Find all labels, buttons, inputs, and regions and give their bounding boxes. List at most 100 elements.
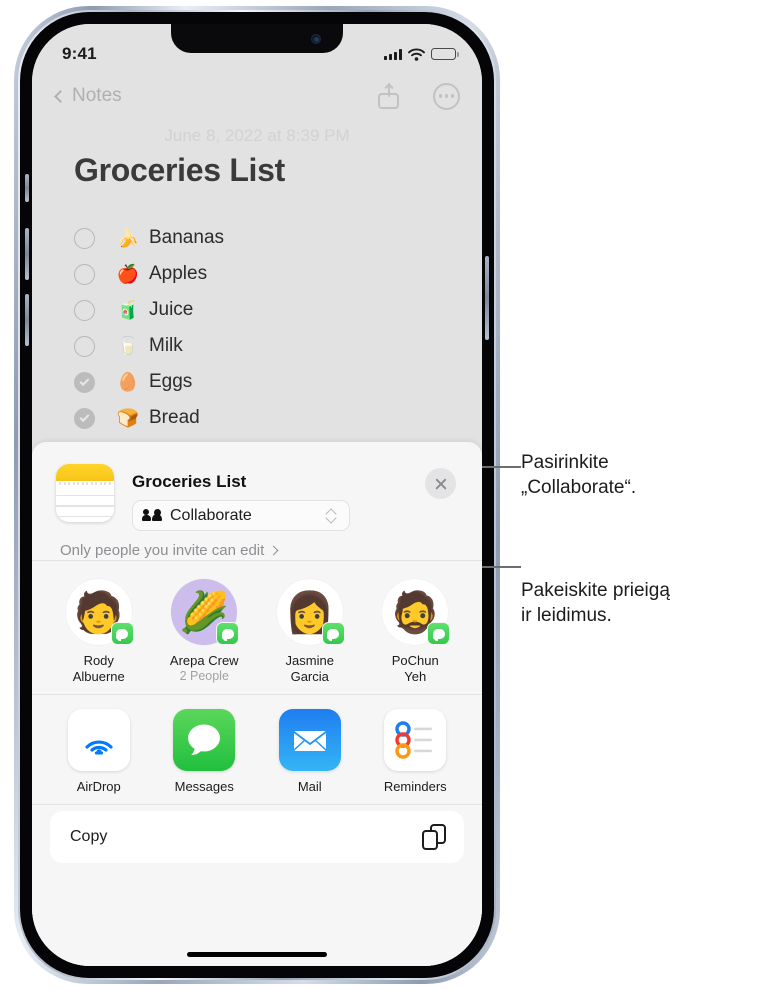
app-label: AirDrop [76, 778, 121, 794]
ellipsis-dot [438, 94, 442, 98]
ellipsis-dot [451, 94, 455, 98]
reminders-icon [384, 708, 447, 771]
list-item[interactable]: 🥚 Eggs [74, 364, 452, 400]
share-app-mail[interactable]: Mail [257, 708, 363, 794]
avatar-wrapper: 🧑 [65, 579, 134, 645]
item-emoji: 🥛 [116, 335, 140, 357]
copy-action-row[interactable]: Copy [50, 810, 464, 863]
status-bar-indicators [384, 48, 459, 61]
permissions-button[interactable]: Only people you invite can edit [60, 542, 279, 559]
share-sheet-title: Groceries List [132, 472, 247, 491]
app-label: Messages [174, 778, 234, 794]
duplicate-documents-icon [422, 823, 446, 850]
notes-icon-top-band [56, 464, 114, 481]
ellipsis-circle-icon[interactable] [433, 82, 460, 110]
callout-2-line-2: ir leidimus. [521, 605, 612, 627]
note-timestamp: June 8, 2022 at 8:39 PM [164, 126, 350, 145]
share-icon[interactable] [378, 83, 399, 109]
actions-list: Copy [32, 805, 482, 863]
share-app-messages[interactable]: Messages [152, 708, 258, 794]
notes-icon-line [56, 495, 114, 497]
up-down-chevron-icon [326, 508, 337, 524]
contact-name: Jasmine [285, 653, 334, 668]
check-icon [79, 411, 90, 422]
list-item[interactable]: 🍎 Apples [74, 256, 452, 292]
callout-2-line-1: Pakeiskite prieigą [521, 580, 670, 601]
contact-name-second-line: Yeh [404, 669, 427, 685]
close-icon [434, 477, 448, 491]
checkbox-icon[interactable] [74, 263, 95, 285]
share-apps-row: AirDrop Messages Mail Reminders [32, 695, 482, 804]
collaborate-dropdown[interactable]: Collaborate [132, 500, 350, 531]
permissions-label: Only people you invite can edit [60, 542, 265, 559]
item-label: Bananas [149, 227, 225, 248]
two-people-icon [142, 509, 162, 522]
home-indicator[interactable] [187, 952, 327, 957]
share-icon-arrow [387, 83, 390, 97]
power-button[interactable] [485, 256, 489, 340]
item-label: Apples [149, 263, 208, 284]
item-emoji: 🍌 [116, 227, 140, 249]
notes-icon-line [56, 515, 114, 517]
contact-name: Arepa Crew [169, 653, 239, 668]
messages-badge-icon [427, 622, 451, 645]
share-app-reminders[interactable]: Reminders [363, 708, 469, 794]
share-app-airdrop[interactable]: AirDrop [46, 708, 152, 794]
item-emoji: 🍞 [116, 407, 140, 429]
silent-switch[interactable] [25, 174, 29, 202]
item-label: Juice [149, 299, 194, 320]
notes-icon-line [56, 505, 114, 507]
checkbox-icon[interactable] [74, 227, 95, 249]
checkbox-icon[interactable] [74, 407, 95, 429]
callout-text-1: Pasirinkite „Collaborate“. [521, 450, 756, 500]
item-label: Milk [149, 335, 183, 356]
contact-item[interactable]: 🧔 PoChun Yeh [363, 579, 469, 686]
wifi-icon [408, 48, 425, 61]
back-button-label: Notes [72, 85, 122, 106]
frame-band: Notes June 8, 2022 at 8:39 PM Groceries … [18, 10, 496, 980]
iphone-frame: Notes June 8, 2022 at 8:39 PM Groceries … [14, 6, 500, 984]
note-navigation-bar: Notes [32, 76, 482, 116]
airdrop-icon [67, 708, 130, 771]
checkbox-icon[interactable] [74, 299, 95, 321]
contact-name-second-line: Garcia [290, 669, 329, 685]
volume-down-button[interactable] [25, 294, 29, 346]
share-sheet-header: Groceries List Collaborate Only people y… [32, 442, 482, 560]
avatar-wrapper: 🌽 [171, 579, 240, 645]
item-emoji: 🧃 [116, 299, 140, 321]
contact-item[interactable]: 🧑 Rody Albuerne [46, 579, 152, 686]
cellular-bars-icon [384, 48, 402, 60]
chevron-right-icon [268, 545, 279, 556]
check-icon [79, 375, 90, 386]
callout-1-line-1: Pasirinkite [521, 452, 609, 473]
contact-suggestions-row: 🧑 Rody Albuerne 🌽 Arepa Crew 2 People 👩 … [32, 561, 482, 694]
contact-item[interactable]: 🌽 Arepa Crew 2 People [152, 579, 258, 686]
contact-item[interactable]: 👩 Jasmine Garcia [257, 579, 363, 686]
list-item[interactable]: 🥛 Milk [74, 328, 452, 364]
messages-badge-icon [110, 622, 134, 645]
share-sheet: Groceries List Collaborate Only people y… [32, 442, 482, 966]
app-label: Reminders [383, 778, 447, 794]
callout-text-2: Pakeiskite prieigą ir leidimus. [521, 578, 756, 628]
checkbox-icon[interactable] [74, 371, 95, 393]
item-emoji: 🥚 [116, 371, 140, 393]
volume-up-button[interactable] [25, 228, 29, 280]
list-item[interactable]: 🍌 Bananas [74, 220, 452, 256]
status-bar-time: 9:41 [62, 44, 97, 63]
contact-name: Rody [83, 653, 114, 668]
frame-bezel: Notes June 8, 2022 at 8:39 PM Groceries … [20, 12, 494, 978]
avatar-wrapper: 🧔 [382, 579, 451, 645]
phone-screen: Notes June 8, 2022 at 8:39 PM Groceries … [32, 24, 482, 966]
list-item[interactable]: 🧃 Juice [74, 292, 452, 328]
close-button[interactable] [425, 468, 456, 499]
back-to-notes-button[interactable]: Notes [54, 85, 122, 107]
mail-icon [278, 708, 341, 771]
list-item[interactable]: 🍞 Bread [74, 400, 452, 436]
collaborate-label: Collaborate [170, 506, 252, 524]
page-title: Groceries List [74, 152, 286, 188]
copy-label: Copy [70, 827, 108, 845]
doc-front [422, 829, 438, 850]
battery-full-icon [431, 48, 459, 60]
checkbox-icon[interactable] [74, 335, 95, 357]
messages-icon [173, 708, 236, 771]
